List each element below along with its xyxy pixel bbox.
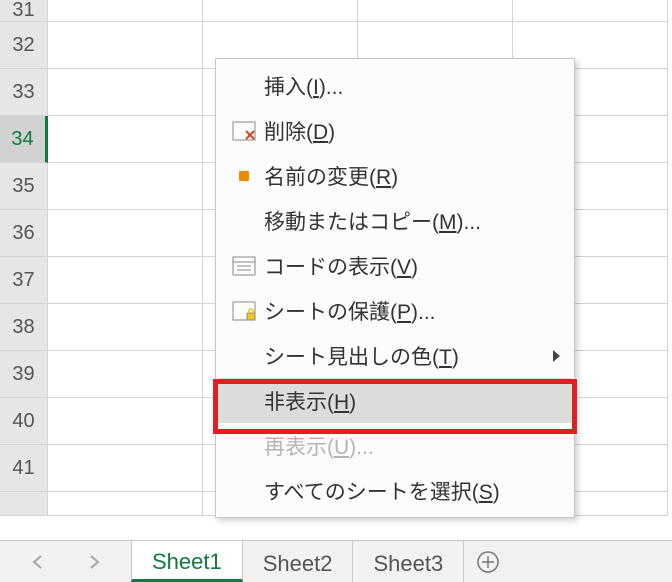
cell[interactable] bbox=[48, 492, 203, 516]
cell[interactable] bbox=[48, 116, 203, 163]
protect-icon bbox=[224, 301, 264, 321]
code-icon bbox=[224, 256, 264, 276]
add-sheet-button[interactable] bbox=[464, 541, 512, 582]
delete-icon bbox=[224, 121, 264, 141]
row-header[interactable]: 39 bbox=[0, 351, 48, 398]
cell[interactable] bbox=[48, 0, 203, 22]
row-header[interactable]: 32 bbox=[0, 22, 48, 69]
row-header[interactable]: 40 bbox=[0, 398, 48, 445]
cell[interactable] bbox=[48, 304, 203, 351]
row-header-selected[interactable]: 34 bbox=[0, 116, 48, 163]
menu-label: シート見出しの色(T) bbox=[264, 341, 553, 371]
cell[interactable] bbox=[358, 0, 513, 22]
menu-insert[interactable]: 挿入(I)... bbox=[218, 63, 572, 108]
menu-select-all-sheets[interactable]: すべてのシートを選択(S) bbox=[218, 468, 572, 513]
menu-label: コードの表示(V) bbox=[264, 251, 560, 281]
sheet-tab-context-menu: 挿入(I)... 削除(D) 名前の変更(R) 移動またはコピー(M)... コ… bbox=[215, 58, 575, 518]
menu-unhide: 再表示(U)... bbox=[218, 423, 572, 468]
row-header[interactable]: 36 bbox=[0, 210, 48, 257]
cell[interactable] bbox=[48, 257, 203, 304]
rename-icon bbox=[224, 171, 264, 181]
menu-rename[interactable]: 名前の変更(R) bbox=[218, 153, 572, 198]
row-header[interactable]: 38 bbox=[0, 304, 48, 351]
sheet-nav-next-icon[interactable] bbox=[86, 553, 104, 571]
menu-label: 非表示(H) bbox=[264, 386, 560, 416]
cell[interactable] bbox=[48, 351, 203, 398]
menu-protect-sheet[interactable]: シートの保護(P)... bbox=[218, 288, 572, 333]
cell[interactable] bbox=[203, 0, 358, 22]
menu-label: 削除(D) bbox=[264, 116, 560, 146]
sheet-tab[interactable]: Sheet2 bbox=[242, 541, 354, 582]
cell[interactable] bbox=[48, 445, 203, 492]
plus-circle-icon bbox=[476, 550, 500, 574]
menu-delete[interactable]: 削除(D) bbox=[218, 108, 572, 153]
menu-label: すべてのシートを選択(S) bbox=[264, 476, 560, 506]
cell[interactable] bbox=[513, 0, 668, 22]
sheet-nav-prev-icon[interactable] bbox=[28, 553, 46, 571]
sheet-nav-arrows bbox=[0, 541, 132, 582]
menu-label: シートの保護(P)... bbox=[264, 296, 560, 326]
menu-tab-color[interactable]: シート見出しの色(T) bbox=[218, 333, 572, 378]
sheet-tab[interactable]: Sheet1 bbox=[131, 541, 243, 582]
menu-label: 再表示(U)... bbox=[264, 431, 560, 461]
menu-label: 挿入(I)... bbox=[264, 71, 560, 101]
menu-view-code[interactable]: コードの表示(V) bbox=[218, 243, 572, 288]
menu-label: 移動またはコピー(M)... bbox=[264, 206, 560, 236]
row-header[interactable]: 31 bbox=[0, 0, 48, 22]
menu-hide[interactable]: 非表示(H) bbox=[218, 378, 572, 423]
row-header[interactable]: 37 bbox=[0, 257, 48, 304]
menu-label: 名前の変更(R) bbox=[264, 161, 560, 191]
cell[interactable] bbox=[48, 163, 203, 210]
cell[interactable] bbox=[48, 210, 203, 257]
cell[interactable] bbox=[48, 22, 203, 69]
cell[interactable] bbox=[48, 398, 203, 445]
menu-move-copy[interactable]: 移動またはコピー(M)... bbox=[218, 198, 572, 243]
submenu-arrow-icon bbox=[553, 350, 560, 362]
cell[interactable] bbox=[48, 69, 203, 116]
row-header[interactable]: 35 bbox=[0, 163, 48, 210]
row-header[interactable]: 33 bbox=[0, 69, 48, 116]
sheet-tab-bar: Sheet1 Sheet2 Sheet3 bbox=[0, 540, 672, 582]
sheet-tab[interactable]: Sheet3 bbox=[352, 541, 464, 582]
row-header[interactable]: 41 bbox=[0, 445, 48, 492]
row-header[interactable] bbox=[0, 492, 48, 516]
